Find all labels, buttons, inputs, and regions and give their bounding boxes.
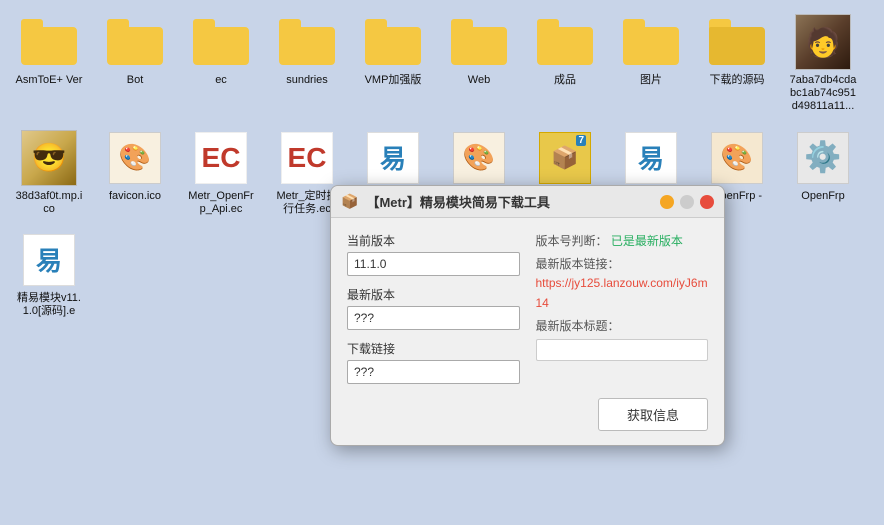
download-link-input[interactable] xyxy=(347,360,520,384)
current-version-group: 当前版本 xyxy=(347,232,520,276)
version-check-label: 版本号判断： xyxy=(536,234,608,248)
current-version-input[interactable] xyxy=(347,252,520,276)
modal-titlebar: 📦 【Metr】精易模块简易下载工具 xyxy=(331,186,724,218)
download-link-group: 下载链接 xyxy=(347,340,520,384)
modal-title-icon: 📦 xyxy=(341,193,358,210)
modal-footer: 获取信息 xyxy=(331,398,724,445)
version-check-value: 已是最新版本 xyxy=(611,234,683,248)
modal-overlay: 📦 【Metr】精易模块简易下载工具 当前版本 最新版本 下载链接 xyxy=(0,0,884,525)
close-button[interactable] xyxy=(700,195,714,209)
latest-link-value: https://jy125.lanzouw.com/iyJ6m14 xyxy=(536,276,708,309)
latest-version-input[interactable] xyxy=(347,306,520,330)
fetch-info-button[interactable]: 获取信息 xyxy=(598,398,708,431)
latest-version-group: 最新版本 xyxy=(347,286,520,330)
latest-title-label: 最新版本标题： xyxy=(536,319,620,333)
latest-link-line: 最新版本链接： https://jy125.lanzouw.com/iyJ6m1… xyxy=(536,255,709,313)
modal-left-panel: 当前版本 最新版本 下载链接 xyxy=(347,232,520,384)
modal-right-panel: 版本号判断： 已是最新版本 最新版本链接： https://jy125.lanz… xyxy=(536,232,709,384)
current-version-label: 当前版本 xyxy=(347,232,520,249)
latest-version-label: 最新版本 xyxy=(347,286,520,303)
download-link-label: 下载链接 xyxy=(347,340,520,357)
modal-dialog: 📦 【Metr】精易模块简易下载工具 当前版本 最新版本 下载链接 xyxy=(330,185,725,446)
maximize-button[interactable] xyxy=(680,195,694,209)
modal-title: 【Metr】精易模块简易下载工具 xyxy=(366,192,654,211)
version-check-line: 版本号判断： 已是最新版本 xyxy=(536,232,709,251)
latest-title-value xyxy=(536,339,709,361)
latest-link-label: 最新版本链接： xyxy=(536,257,620,271)
modal-body: 当前版本 最新版本 下载链接 版本号判断： 已是最新版本 xyxy=(331,218,724,398)
minimize-button[interactable] xyxy=(660,195,674,209)
latest-title-line: 最新版本标题： xyxy=(536,317,709,361)
